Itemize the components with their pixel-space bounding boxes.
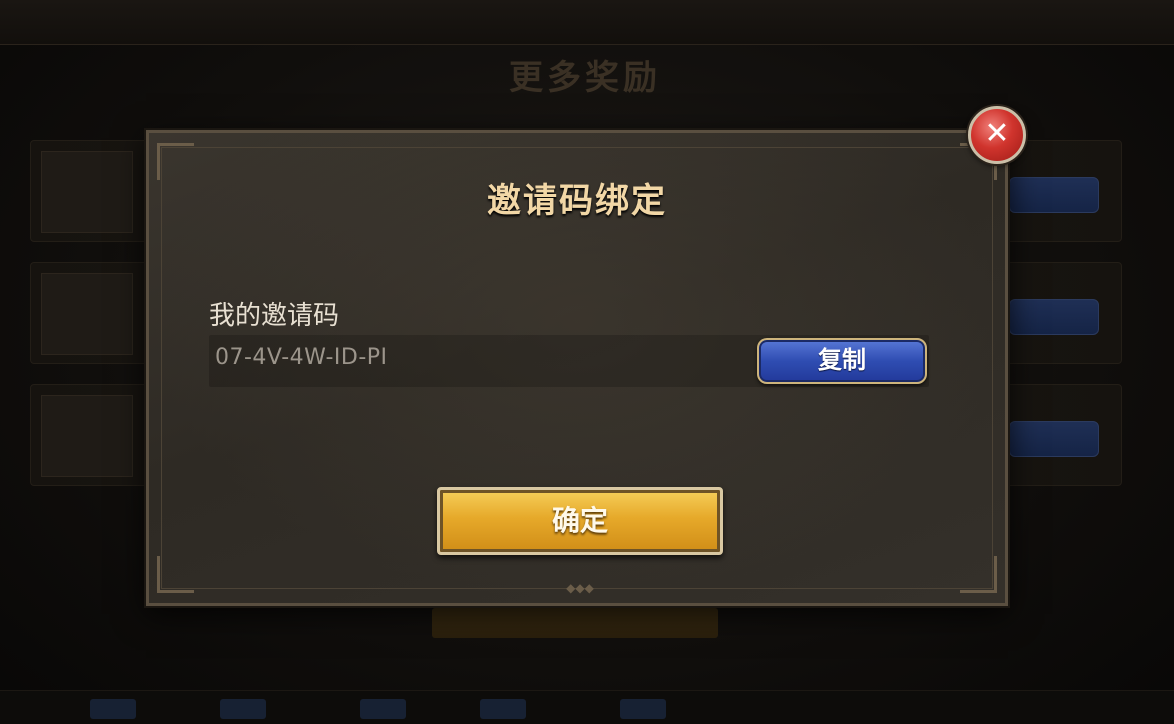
background-card-thumbnail — [41, 273, 133, 355]
close-icon[interactable]: ✕ — [968, 106, 1026, 164]
game-screen: 更多奖励 ◆◆◆ 邀请码绑定 我的邀请码 07-4V-4W-ID-PI 复制 确… — [0, 0, 1174, 724]
background-card-button — [1009, 299, 1099, 335]
frame-bottom-ornament-icon: ◆◆◆ — [566, 581, 594, 595]
dialog-title: 邀请码绑定 — [487, 181, 667, 221]
background-gold-button — [432, 608, 718, 638]
copy-button[interactable]: 复制 — [757, 338, 927, 384]
my-invite-code-label: 我的邀请码 — [209, 301, 340, 331]
background-title: 更多奖励 — [509, 58, 661, 98]
confirm-button[interactable]: 确定 — [437, 487, 723, 555]
frame-corner-ornament — [960, 556, 997, 593]
background-card-button — [1009, 421, 1099, 457]
invite-code-value: 07-4V-4W-ID-PI — [215, 345, 388, 370]
background-bottom-bar — [0, 690, 1174, 724]
background-card-thumbnail — [41, 395, 133, 477]
background-card-button — [1009, 177, 1099, 213]
invite-code-dialog: ◆◆◆ 邀请码绑定 我的邀请码 07-4V-4W-ID-PI 复制 确定 — [146, 130, 1008, 606]
background-card-thumbnail — [41, 151, 133, 233]
frame-corner-ornament — [157, 556, 194, 593]
background-top-bar — [0, 0, 1174, 45]
